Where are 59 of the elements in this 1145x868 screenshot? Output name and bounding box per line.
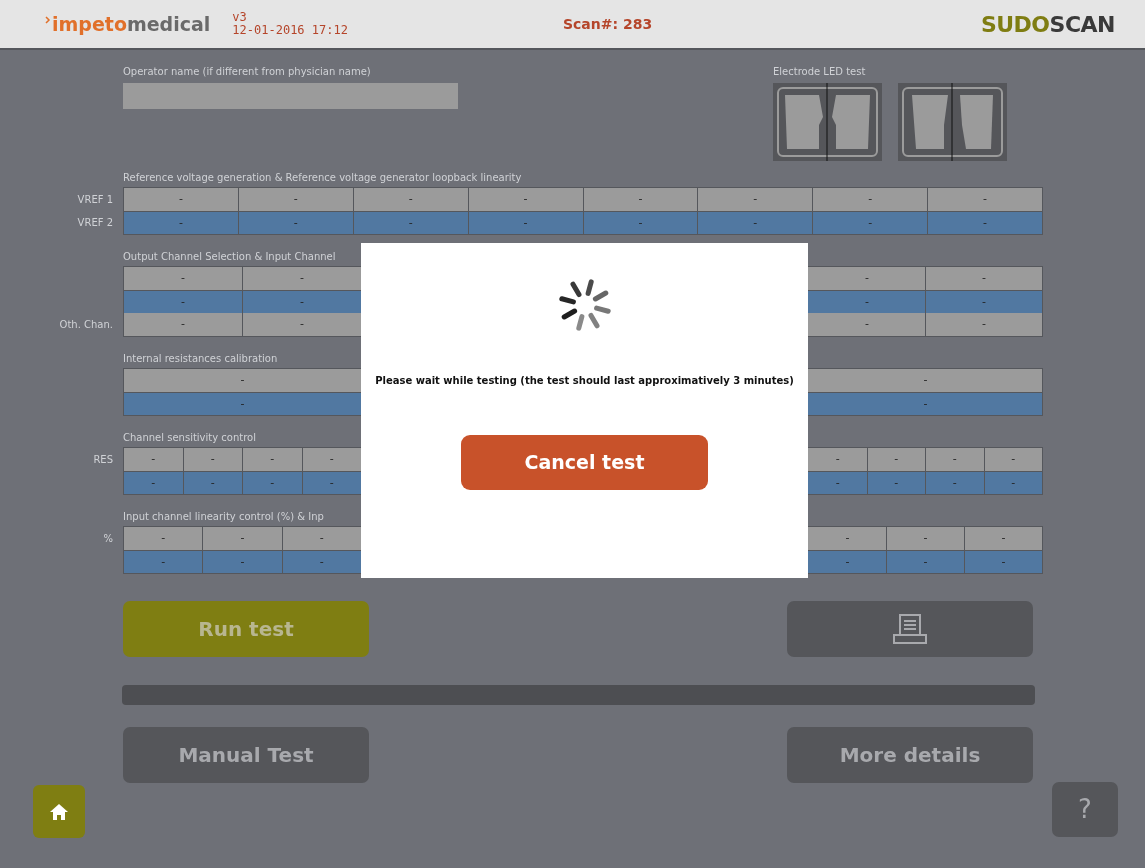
more-details-button[interactable]: More details xyxy=(787,727,1033,783)
table-cell: - xyxy=(583,212,699,234)
date-time: 12-01-2016 17:12 xyxy=(232,24,348,38)
product-logo: SUDOSCAN xyxy=(980,10,1115,39)
section-title: Internal resistances calibration xyxy=(123,352,279,366)
chevron-icon xyxy=(45,16,51,24)
cancel-test-button[interactable]: Cancel test xyxy=(461,435,708,490)
print-button[interactable] xyxy=(787,601,1033,657)
row-label: RES xyxy=(93,454,113,465)
home-button[interactable] xyxy=(33,785,85,838)
section-label: Electrode LED test xyxy=(773,65,867,79)
table-cell: - xyxy=(698,212,814,234)
table-cell: - xyxy=(809,472,868,494)
table-cell: - xyxy=(809,313,926,336)
table-cell-text: - xyxy=(1000,553,1007,570)
section-title: Output Channel Selection & Input Channel xyxy=(123,250,337,264)
section-title: Channel sensitivity control xyxy=(123,431,257,445)
version-label: v3 xyxy=(232,10,248,24)
operator-name-field[interactable] xyxy=(123,83,458,109)
printer-icon xyxy=(892,613,928,645)
run-test-button[interactable]: Run test xyxy=(123,601,369,657)
table-cell: - xyxy=(813,212,929,234)
row-label: VREF 1 xyxy=(77,194,113,205)
table-cell-text: - xyxy=(1010,451,1017,468)
manual-test-button[interactable]: Manual Test xyxy=(123,727,369,783)
field-label: Operator name (if different from physician name) xyxy=(123,65,372,79)
table-cell-text: - xyxy=(1000,530,1007,547)
home-icon xyxy=(49,802,69,821)
row-label: VREF 2 xyxy=(77,217,113,228)
table-cell-text: - xyxy=(922,395,929,412)
table-cell-text: - xyxy=(1010,474,1017,491)
table-cell: - xyxy=(468,212,584,234)
table-cell-text: - xyxy=(981,293,987,310)
table-cell: - xyxy=(238,212,354,234)
row-label: Oth. Chan. xyxy=(59,319,113,330)
table-cell: - xyxy=(809,551,887,573)
table-cell: - xyxy=(243,472,303,494)
table-cell-text: - xyxy=(981,270,987,287)
company-logo: impetomedical xyxy=(52,11,211,37)
table-cell: - xyxy=(867,472,926,494)
table-cell: - xyxy=(926,472,985,494)
table-cell: - xyxy=(203,551,283,573)
section-title: Input channel linearity control (%) & Inp xyxy=(123,510,325,524)
section-title: Reference voltage generation & Reference voltage generator loopback linearity xyxy=(123,171,523,185)
help-button[interactable]: ? xyxy=(1052,782,1118,837)
table-cell-text: - xyxy=(982,214,989,231)
table-cell-text: - xyxy=(922,372,929,389)
scan-number: Scan#: 283 xyxy=(562,14,653,34)
wait-message: Please wait while testing (the test should last approximatively 3 minutes) xyxy=(375,374,794,388)
table-cell: - xyxy=(124,212,239,234)
table-cell-text: - xyxy=(982,191,989,208)
table-cell: - xyxy=(887,551,965,573)
table-cell-text: - xyxy=(981,316,987,333)
table-cell: - xyxy=(124,313,243,336)
table-cell: - xyxy=(353,212,469,234)
row-label: % xyxy=(103,533,113,544)
table-cell: - xyxy=(124,472,184,494)
table-cell: - xyxy=(183,472,243,494)
table-cell: - xyxy=(124,551,204,573)
